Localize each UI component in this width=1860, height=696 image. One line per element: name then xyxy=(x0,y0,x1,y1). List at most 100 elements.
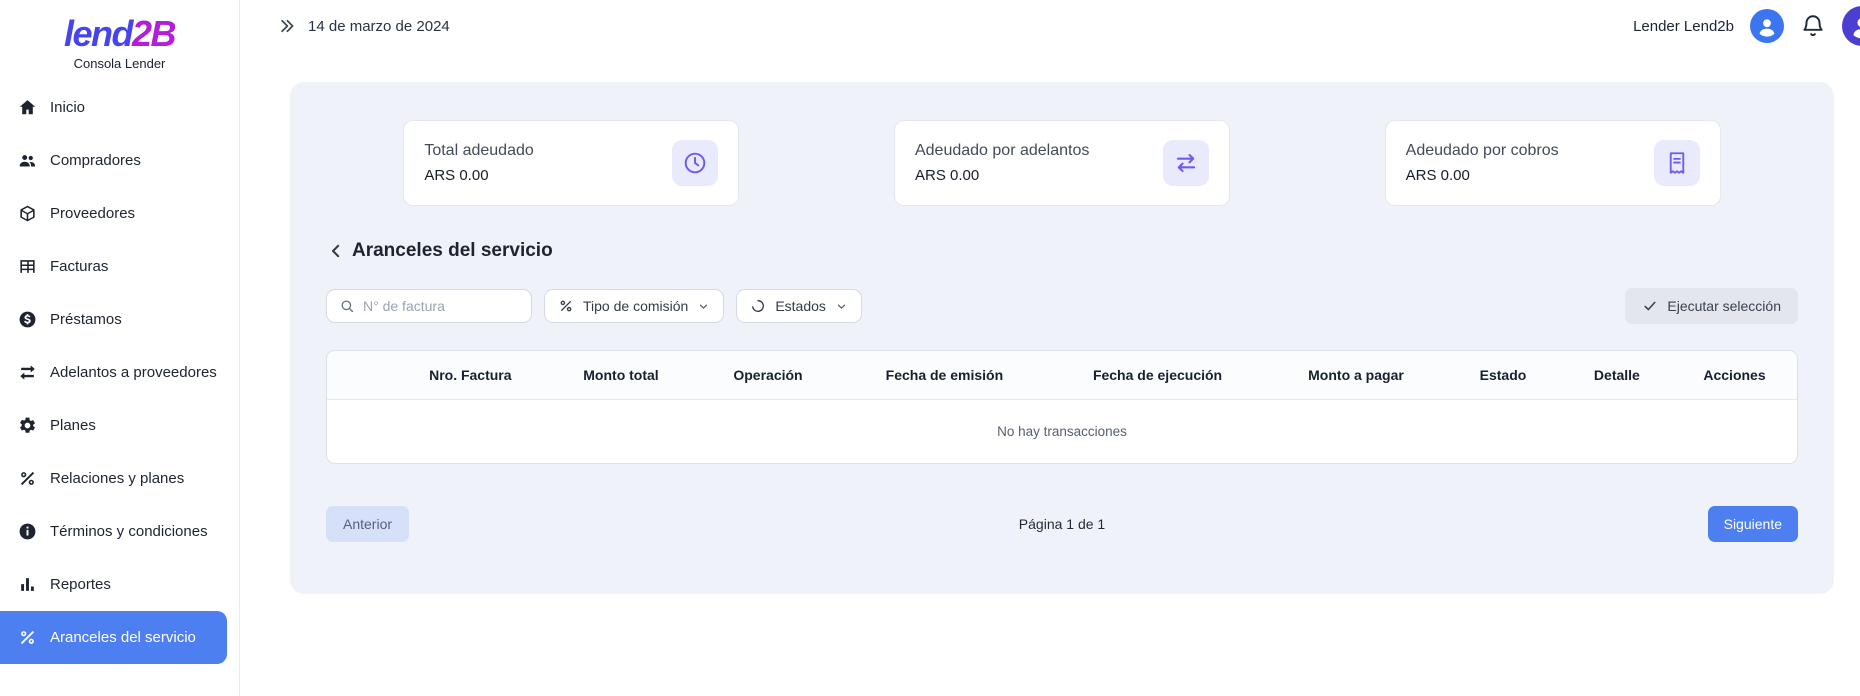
sidebar-item-terminos[interactable]: Términos y condiciones xyxy=(0,505,239,558)
execute-selection-label: Ejecutar selección xyxy=(1667,298,1781,314)
logo-text-lend: lend xyxy=(64,13,132,54)
sidebar-item-label: Adelantos a proveedores xyxy=(50,364,217,381)
section-header: Aranceles del servicio xyxy=(326,240,1798,262)
page-info: Página 1 de 1 xyxy=(1019,516,1105,532)
card-value: ARS 0.00 xyxy=(915,167,1089,184)
dropdown-label: Tipo de comisión xyxy=(583,298,688,314)
sidebar-item-compradores[interactable]: Compradores xyxy=(0,134,239,187)
col-header-acciones: Acciones xyxy=(1672,351,1797,400)
table-header-row: Nro. Factura Monto total Operación Fecha… xyxy=(327,351,1797,400)
sidebar-item-label: Inicio xyxy=(50,99,85,116)
profile-avatar-edge[interactable] xyxy=(1842,6,1860,46)
transfer-arrows-icon xyxy=(18,363,37,382)
clock-circle-icon xyxy=(672,140,718,186)
logo-text-2b: 2B xyxy=(132,13,175,54)
chevron-down-icon xyxy=(835,300,848,313)
sidebar-item-facturas[interactable]: Facturas xyxy=(0,240,239,293)
card-title: Adeudado por cobros xyxy=(1406,142,1559,160)
empty-state-message: No hay transacciones xyxy=(327,400,1797,464)
brand-subtitle: Consola Lender xyxy=(0,56,239,71)
sidebar-item-label: Relaciones y planes xyxy=(50,470,184,487)
sidebar-collapse-icon[interactable] xyxy=(278,17,296,35)
execute-selection-button[interactable]: Ejecutar selección xyxy=(1625,288,1798,324)
sidebar-nav: Inicio Compradores Proveedores Facturas … xyxy=(0,81,239,696)
current-date: 14 de marzo de 2024 xyxy=(308,18,450,35)
info-icon xyxy=(18,522,37,541)
col-header-estado: Estado xyxy=(1444,351,1562,400)
percent-icon xyxy=(18,628,37,647)
lender-name-label: Lender Lend2b xyxy=(1633,18,1734,35)
sidebar-item-label: Aranceles del servicio xyxy=(50,629,196,646)
col-header-checkbox xyxy=(327,351,393,400)
card-text: Adeudado por cobros ARS 0.00 xyxy=(1406,142,1559,184)
sidebar-item-reportes[interactable]: Reportes xyxy=(0,558,239,611)
sidebar-item-label: Proveedores xyxy=(50,205,135,222)
sidebar-item-prestamos[interactable]: Préstamos xyxy=(0,293,239,346)
dropdown-label: Estados xyxy=(775,298,826,314)
col-header-monto-a-pagar: Monto a pagar xyxy=(1268,351,1444,400)
previous-page-button[interactable]: Anterior xyxy=(326,506,409,542)
invoice-search-box[interactable] xyxy=(326,289,532,323)
sidebar: lend2B Consola Lender Inicio Compradores… xyxy=(0,0,240,696)
check-icon xyxy=(1642,298,1658,314)
invoice-search-input[interactable] xyxy=(363,298,513,314)
user-avatar[interactable] xyxy=(1750,9,1784,43)
logo: lend2B xyxy=(0,14,239,54)
topbar: 14 de marzo de 2024 Lender Lend2b xyxy=(240,0,1860,52)
filters-row: Tipo de comisión Estados Ejecutar selecc… xyxy=(326,288,1798,324)
back-chevron-icon[interactable] xyxy=(326,241,346,261)
sidebar-item-inicio[interactable]: Inicio xyxy=(0,81,239,134)
sidebar-item-label: Préstamos xyxy=(50,311,122,328)
card-title: Adeudado por adelantos xyxy=(915,142,1089,160)
sidebar-item-label: Compradores xyxy=(50,152,141,169)
search-icon xyxy=(339,298,355,314)
percent-icon xyxy=(18,469,37,488)
sidebar-item-proveedores[interactable]: Proveedores xyxy=(0,187,239,240)
states-dropdown[interactable]: Estados xyxy=(736,289,862,323)
col-header-fecha-ejecucion: Fecha de ejecución xyxy=(1047,351,1268,400)
summary-cards: Total adeudado ARS 0.00 Adeudado por ade… xyxy=(326,120,1798,206)
sidebar-item-label: Facturas xyxy=(50,258,108,275)
bell-icon[interactable] xyxy=(1800,13,1826,39)
empty-state-row: No hay transacciones xyxy=(327,400,1797,464)
sidebar-item-relaciones[interactable]: Relaciones y planes xyxy=(0,452,239,505)
card-adeudado-cobros: Adeudado por cobros ARS 0.00 xyxy=(1385,120,1721,206)
card-adeudado-adelantos: Adeudado por adelantos ARS 0.00 xyxy=(894,120,1230,206)
sidebar-item-label: Términos y condiciones xyxy=(50,523,208,540)
receipt-icon xyxy=(1654,140,1700,186)
transactions-table: Nro. Factura Monto total Operación Fecha… xyxy=(326,350,1798,464)
sidebar-item-adelantos[interactable]: Adelantos a proveedores xyxy=(0,346,239,399)
main-area: 14 de marzo de 2024 Lender Lend2b Total … xyxy=(240,0,1860,696)
users-icon xyxy=(18,151,37,170)
col-header-operacion: Operación xyxy=(694,351,841,400)
commission-type-dropdown[interactable]: Tipo de comisión xyxy=(544,289,724,323)
topbar-right: Lender Lend2b xyxy=(1633,6,1860,46)
status-circle-icon xyxy=(750,298,766,314)
col-header-monto-total: Monto total xyxy=(547,351,694,400)
sidebar-item-aranceles[interactable]: Aranceles del servicio xyxy=(0,611,227,664)
content-panel: Total adeudado ARS 0.00 Adeudado por ade… xyxy=(290,82,1834,594)
chevron-down-icon xyxy=(697,300,710,313)
coin-dollar-icon xyxy=(18,310,37,329)
card-title: Total adeudado xyxy=(424,142,533,160)
next-page-button[interactable]: Siguiente xyxy=(1708,506,1798,542)
page-title: Aranceles del servicio xyxy=(352,240,553,262)
card-text: Total adeudado ARS 0.00 xyxy=(424,142,533,184)
card-value: ARS 0.00 xyxy=(1406,167,1559,184)
card-total-adeudado: Total adeudado ARS 0.00 xyxy=(403,120,739,206)
sidebar-item-label: Planes xyxy=(50,417,96,434)
home-icon xyxy=(18,98,37,117)
table-grid-icon xyxy=(18,257,37,276)
col-header-detalle: Detalle xyxy=(1562,351,1672,400)
gear-icon xyxy=(18,416,37,435)
pagination: Anterior Página 1 de 1 Siguiente xyxy=(326,506,1798,542)
transfer-arrows-icon xyxy=(1163,140,1209,186)
col-header-nro-factura: Nro. Factura xyxy=(393,351,547,400)
card-text: Adeudado por adelantos ARS 0.00 xyxy=(915,142,1089,184)
brand: lend2B Consola Lender xyxy=(0,0,239,71)
col-header-fecha-emision: Fecha de emisión xyxy=(841,351,1047,400)
card-value: ARS 0.00 xyxy=(424,167,533,184)
sidebar-item-planes[interactable]: Planes xyxy=(0,399,239,452)
percent-icon xyxy=(558,298,574,314)
sidebar-item-label: Reportes xyxy=(50,576,111,593)
